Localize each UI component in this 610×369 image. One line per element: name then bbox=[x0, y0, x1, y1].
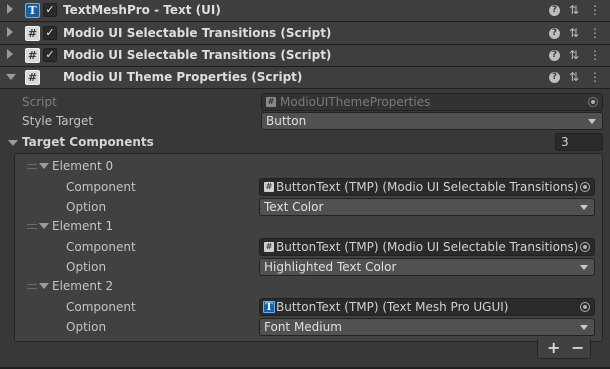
component-value: ButtonText (TMP) (Text Mesh Pro UGUI) bbox=[276, 300, 509, 314]
component-title: Modio UI Theme Properties (Script) bbox=[63, 70, 303, 84]
object-picker-icon[interactable] bbox=[580, 242, 590, 252]
drag-handle-icon[interactable] bbox=[27, 224, 37, 229]
foldout-arrow-icon[interactable] bbox=[7, 49, 13, 59]
component-label: Component bbox=[66, 180, 136, 194]
target-components-label[interactable]: Target Components bbox=[22, 135, 154, 149]
list-footer: + − bbox=[537, 338, 591, 359]
option-dropdown[interactable]: Highlighted Text Color bbox=[259, 258, 595, 276]
component-header-textmeshpro[interactable]: T ✓ TextMeshPro - Text (UI) ? ⇅ ⋮ bbox=[0, 0, 610, 22]
component-header-selectable-transitions-2[interactable]: # ✓ Modio UI Selectable Transitions (Scr… bbox=[0, 45, 610, 67]
presets-icon[interactable]: ⇅ bbox=[567, 26, 581, 40]
script-icon: # bbox=[264, 242, 274, 252]
context-menu-icon[interactable]: ⋮ bbox=[588, 48, 602, 62]
option-dropdown[interactable]: Text Color bbox=[259, 198, 595, 216]
help-icon[interactable]: ? bbox=[549, 72, 560, 83]
context-menu-icon[interactable]: ⋮ bbox=[588, 3, 602, 17]
option-value: Highlighted Text Color bbox=[264, 260, 397, 274]
add-element-button[interactable]: + bbox=[547, 338, 560, 357]
script-value: ModioUIThemeProperties bbox=[280, 95, 431, 109]
style-target-dropdown[interactable]: Button bbox=[261, 112, 603, 130]
component-title: Modio UI Selectable Transitions (Script) bbox=[63, 26, 332, 40]
script-icon: # bbox=[25, 70, 40, 85]
help-icon[interactable]: ? bbox=[549, 28, 560, 39]
dropdown-arrow-icon bbox=[580, 325, 588, 330]
component-value: ButtonText (TMP) (Modio UI Selectable Tr… bbox=[276, 240, 579, 254]
element-label[interactable]: Element 0 bbox=[52, 159, 113, 173]
object-picker-icon[interactable] bbox=[580, 302, 590, 312]
component-value: ButtonText (TMP) (Modio UI Selectable Tr… bbox=[276, 180, 579, 194]
element-label[interactable]: Element 2 bbox=[52, 279, 113, 293]
script-icon: # bbox=[266, 97, 276, 107]
help-icon[interactable]: ? bbox=[549, 5, 560, 16]
target-components-size-field[interactable]: 3 bbox=[555, 133, 603, 151]
component-label: Component bbox=[66, 300, 136, 314]
drag-handle-icon[interactable] bbox=[27, 164, 37, 169]
option-dropdown[interactable]: Font Medium bbox=[259, 318, 595, 336]
component-label: Component bbox=[66, 240, 136, 254]
context-menu-icon[interactable]: ⋮ bbox=[588, 26, 602, 40]
component-object-field[interactable]: # ButtonText (TMP) (Modio UI Selectable … bbox=[259, 178, 595, 196]
script-label: Script bbox=[22, 95, 57, 109]
component-header-theme-properties[interactable]: # Modio UI Theme Properties (Script) ? ⇅… bbox=[0, 67, 610, 89]
foldout-arrow-icon[interactable] bbox=[7, 4, 13, 14]
style-target-label: Style Target bbox=[22, 114, 94, 128]
component-object-field[interactable]: T ButtonText (TMP) (Text Mesh Pro UGUI) bbox=[259, 298, 595, 316]
element-foldout-icon[interactable] bbox=[39, 283, 49, 289]
option-label: Option bbox=[66, 320, 107, 334]
context-menu-icon[interactable]: ⋮ bbox=[588, 70, 602, 84]
remove-element-button[interactable]: − bbox=[571, 338, 584, 357]
element-foldout-icon[interactable] bbox=[39, 163, 49, 169]
component-enabled-checkbox[interactable]: ✓ bbox=[43, 3, 57, 17]
option-value: Font Medium bbox=[264, 320, 342, 334]
option-value: Text Color bbox=[264, 200, 324, 214]
textmeshpro-icon: T bbox=[25, 3, 40, 18]
drag-handle-icon[interactable] bbox=[27, 284, 37, 289]
option-label: Option bbox=[66, 260, 107, 274]
component-enabled-checkbox[interactable]: ✓ bbox=[43, 26, 57, 40]
style-target-value: Button bbox=[266, 114, 307, 128]
presets-icon[interactable]: ⇅ bbox=[567, 3, 581, 17]
dropdown-arrow-icon bbox=[588, 119, 596, 124]
component-enabled-checkbox[interactable]: ✓ bbox=[43, 48, 57, 62]
component-object-field[interactable]: # ButtonText (TMP) (Modio UI Selectable … bbox=[259, 238, 595, 256]
script-icon: # bbox=[25, 26, 40, 41]
object-picker-icon[interactable] bbox=[580, 182, 590, 192]
script-field: # ModioUIThemeProperties bbox=[261, 93, 603, 111]
help-icon[interactable]: ? bbox=[549, 50, 560, 61]
dropdown-arrow-icon bbox=[580, 205, 588, 210]
dropdown-arrow-icon bbox=[580, 265, 588, 270]
component-header-selectable-transitions-1[interactable]: # ✓ Modio UI Selectable Transitions (Scr… bbox=[0, 23, 610, 45]
script-icon: # bbox=[25, 48, 40, 63]
textmeshpro-icon: T bbox=[263, 301, 275, 313]
target-components-count: 3 bbox=[561, 135, 569, 149]
element-foldout-icon[interactable] bbox=[39, 223, 49, 229]
presets-icon[interactable]: ⇅ bbox=[567, 48, 581, 62]
object-picker-icon bbox=[588, 97, 598, 107]
element-label[interactable]: Element 1 bbox=[52, 219, 113, 233]
foldout-arrow-icon[interactable] bbox=[6, 74, 16, 80]
foldout-arrow-icon[interactable] bbox=[7, 27, 13, 37]
component-title: Modio UI Selectable Transitions (Script) bbox=[63, 48, 332, 62]
presets-icon[interactable]: ⇅ bbox=[567, 70, 581, 84]
target-components-foldout-icon[interactable] bbox=[8, 140, 18, 146]
script-icon: # bbox=[264, 182, 274, 192]
option-label: Option bbox=[66, 200, 107, 214]
component-title: TextMeshPro - Text (UI) bbox=[63, 3, 221, 17]
